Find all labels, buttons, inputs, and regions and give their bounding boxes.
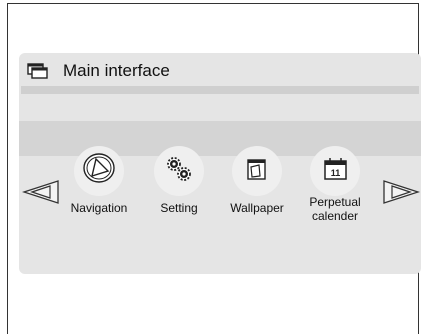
windows-stack-icon [27, 63, 48, 79]
arrow-right-icon[interactable] [382, 178, 420, 206]
gears-icon [167, 157, 191, 181]
menu-label-perpetual-calender: Perpetual calender [309, 195, 361, 223]
navigation-icon [83, 153, 115, 183]
menu-label-wallpaper: Wallpaper [230, 201, 284, 215]
menu-item-wallpaper[interactable]: Wallpaper [224, 146, 290, 236]
menu-label-setting: Setting [160, 201, 198, 215]
menu-item-navigation[interactable]: Navigation [66, 146, 132, 236]
calendar-badge: 11 [331, 168, 341, 178]
menu-item-setting[interactable]: Setting [146, 146, 212, 236]
menu-label-navigation: Navigation [70, 201, 128, 215]
calendar-icon: 11 [324, 158, 347, 180]
title-underline [21, 86, 419, 94]
wallpaper-icon [247, 159, 266, 180]
menu-item-perpetual-calender[interactable]: 11 Perpetual calender [302, 146, 368, 236]
page-title: Main interface [63, 61, 170, 80]
